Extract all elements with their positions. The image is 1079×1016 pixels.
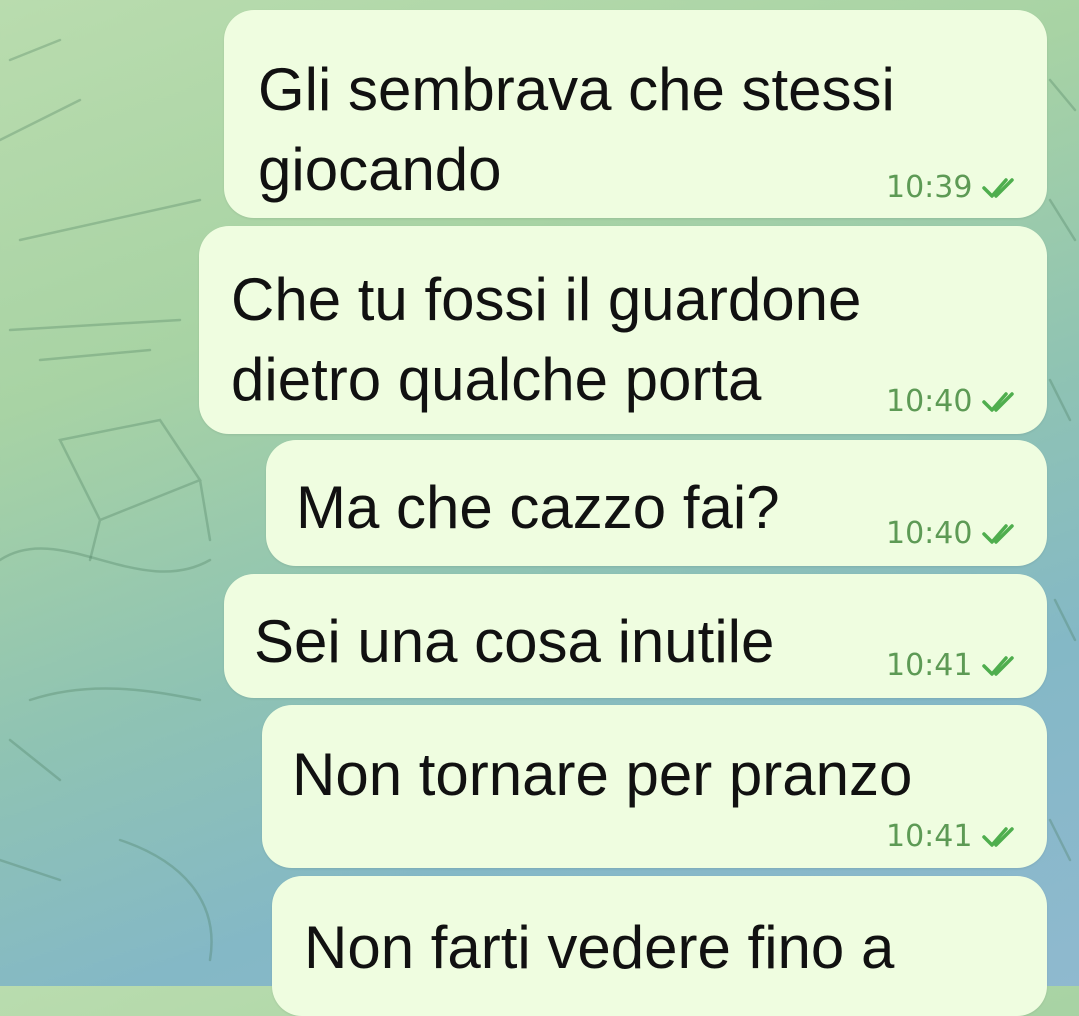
- message-meta: 10:40: [886, 516, 1024, 551]
- message-time: 10:41: [886, 819, 973, 854]
- message-text-line: giocando: [258, 136, 502, 203]
- message-text-line: Gli sembrava che stessi: [258, 56, 895, 123]
- read-double-check-icon: [982, 176, 1024, 200]
- message-bubble[interactable]: Ma che cazzo fai? 10:40: [266, 440, 1047, 566]
- message-time: 10:40: [886, 516, 973, 551]
- message-bubble[interactable]: Non farti vedere fino a: [272, 876, 1047, 1016]
- message-bubble[interactable]: Non tornare per pranzo 10:41: [262, 705, 1047, 868]
- message-bubble[interactable]: Che tu fossi il guardone dietro qualche …: [199, 226, 1047, 434]
- read-double-check-icon: [982, 390, 1024, 414]
- read-double-check-icon: [982, 825, 1024, 849]
- message-text-line: Che tu fossi il guardone: [231, 266, 862, 333]
- read-double-check-icon: [982, 654, 1024, 678]
- message-meta: 10:41: [886, 819, 1024, 854]
- message-text-line: Ma che cazzo fai?: [296, 474, 780, 541]
- message-bubble[interactable]: Gli sembrava che stessi giocando 10:39: [224, 10, 1047, 218]
- message-meta: 10:40: [886, 384, 1024, 419]
- message-text-line: dietro qualche porta: [231, 346, 762, 413]
- message-text-line: Non farti vedere fino a: [304, 914, 895, 981]
- message-text-line: Sei una cosa inutile: [254, 608, 775, 675]
- message-time: 10:39: [886, 170, 973, 205]
- message-time: 10:40: [886, 384, 973, 419]
- read-double-check-icon: [982, 522, 1024, 546]
- message-meta: 10:41: [886, 648, 1024, 683]
- message-bubble[interactable]: Sei una cosa inutile 10:41: [224, 574, 1047, 698]
- message-meta: 10:39: [886, 170, 1024, 205]
- message-time: 10:41: [886, 648, 973, 683]
- message-text-line: Non tornare per pranzo: [292, 741, 913, 808]
